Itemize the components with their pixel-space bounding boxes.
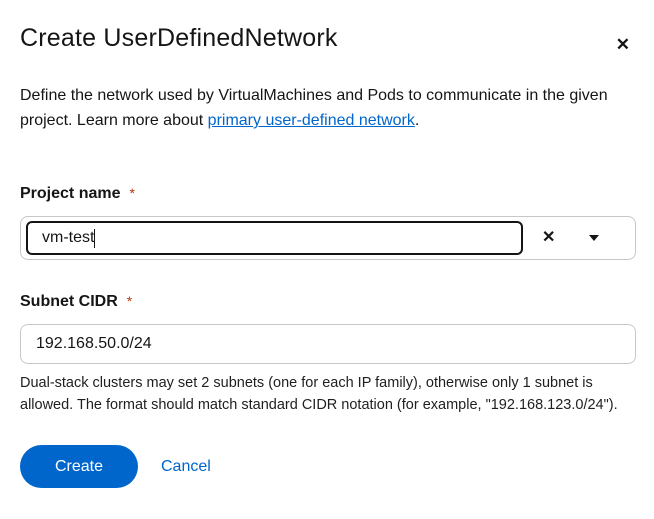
subnet-cidr-label: Subnet CIDR * xyxy=(20,293,636,311)
modal-header: Create UserDefinedNetwork ✕ xyxy=(20,24,636,59)
caret-down-icon xyxy=(589,235,599,241)
primary-udn-link[interactable]: primary user-defined network xyxy=(208,112,415,129)
close-button[interactable]: ✕ xyxy=(610,30,636,59)
create-button[interactable]: Create xyxy=(20,445,138,488)
page-title: Create UserDefinedNetwork xyxy=(20,24,338,53)
subnet-cidr-label-text: Subnet CIDR xyxy=(20,293,118,311)
project-name-label-text: Project name xyxy=(20,185,120,203)
modal-description: Define the network used by VirtualMachin… xyxy=(20,83,636,133)
clear-selection-button[interactable]: ✕ xyxy=(538,226,559,250)
close-icon: ✕ xyxy=(616,35,630,54)
modal-footer: Create Cancel xyxy=(20,445,636,488)
subnet-cidr-helper-text: Dual-stack clusters may set 2 subnets (o… xyxy=(20,373,636,416)
text-cursor xyxy=(94,229,95,248)
required-asterisk: * xyxy=(127,293,132,309)
project-name-select: ✕ xyxy=(20,216,636,260)
project-name-input[interactable] xyxy=(26,221,523,255)
cancel-button[interactable]: Cancel xyxy=(155,452,217,482)
required-asterisk: * xyxy=(129,185,134,201)
clear-icon: ✕ xyxy=(542,229,555,246)
project-name-input-wrap xyxy=(26,221,523,255)
project-name-label: Project name * xyxy=(20,185,636,203)
description-period: . xyxy=(415,112,419,129)
create-udn-modal: Create UserDefinedNetwork ✕ Define the n… xyxy=(0,24,654,488)
toggle-dropdown-button[interactable] xyxy=(583,229,605,247)
subnet-cidr-input[interactable] xyxy=(20,324,636,364)
